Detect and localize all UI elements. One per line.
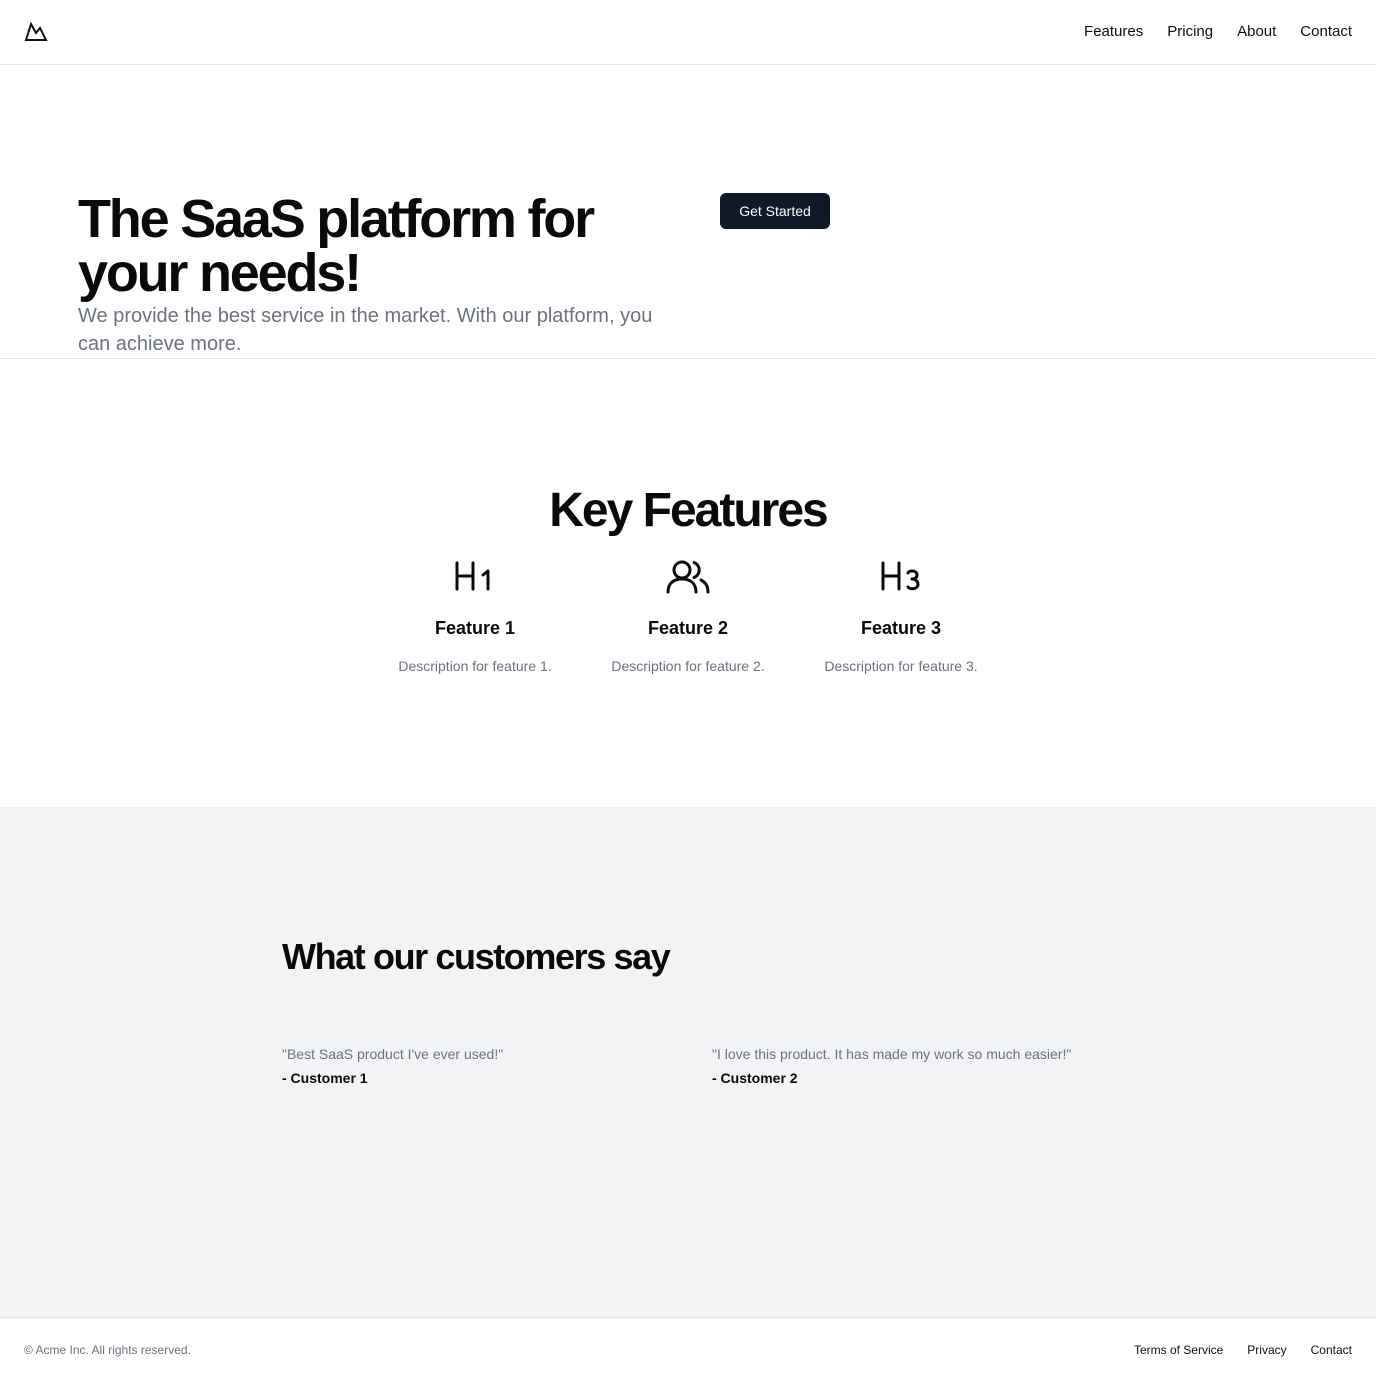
footer-nav: Terms of Service Privacy Contact bbox=[1134, 1343, 1352, 1357]
page: Features Pricing About Contact The SaaS … bbox=[0, 0, 1376, 1381]
feature-description: Description for feature 2. bbox=[611, 658, 765, 674]
nav-features[interactable]: Features bbox=[1084, 22, 1143, 42]
hero-section: The SaaS platform for your needs! We pro… bbox=[0, 65, 1376, 359]
nav-pricing[interactable]: Pricing bbox=[1167, 22, 1213, 42]
feature-description: Description for feature 1. bbox=[398, 658, 552, 674]
heading-3-icon bbox=[877, 557, 925, 597]
feature-title: Feature 3 bbox=[860, 618, 942, 638]
footer-link-terms[interactable]: Terms of Service bbox=[1134, 1343, 1223, 1357]
hero-title: The SaaS platform for your needs! bbox=[78, 189, 595, 303]
testimonial-2: "I love this product. It has made my wor… bbox=[712, 1044, 1112, 1088]
main-nav: Features Pricing About Contact bbox=[1084, 22, 1352, 42]
testimonial-author: - Customer 2 bbox=[712, 1070, 798, 1086]
testimonial-1: "Best SaaS product I've ever used!" - Cu… bbox=[282, 1044, 682, 1088]
testimonial-author: - Customer 1 bbox=[282, 1070, 368, 1086]
features-section: Key Features Feature 1 Description for f… bbox=[0, 359, 1376, 807]
logo-link[interactable] bbox=[24, 20, 48, 44]
nav-contact[interactable]: Contact bbox=[1300, 22, 1352, 42]
get-started-button[interactable]: Get Started bbox=[720, 193, 830, 229]
hero-subtitle: We provide the best service in the marke… bbox=[78, 305, 653, 355]
testimonial-quote: "I love this product. It has made my wor… bbox=[712, 1046, 1072, 1062]
feature-title: Feature 1 bbox=[434, 618, 516, 638]
nav-about[interactable]: About bbox=[1237, 22, 1276, 42]
feature-description: Description for feature 3. bbox=[824, 658, 978, 674]
feature-card-2: Feature 2 Description for feature 2. bbox=[588, 557, 788, 676]
site-header: Features Pricing About Contact bbox=[0, 0, 1376, 65]
heading-1-icon bbox=[451, 557, 499, 597]
feature-title: Feature 2 bbox=[647, 618, 729, 638]
features-title: Key Features bbox=[549, 484, 828, 537]
footer-link-contact[interactable]: Contact bbox=[1311, 1343, 1352, 1357]
footer-link-privacy[interactable]: Privacy bbox=[1247, 1343, 1286, 1357]
testimonials-title: What our customers say bbox=[282, 936, 671, 977]
copyright-text: © Acme Inc. All rights reserved. bbox=[24, 1342, 191, 1357]
testimonials-section: What our customers say "Best SaaS produc… bbox=[0, 807, 1376, 1317]
testimonial-quote: "Best SaaS product I've ever used!" bbox=[282, 1046, 504, 1062]
mountain-icon bbox=[24, 21, 48, 41]
site-footer: © Acme Inc. All rights reserved. Terms o… bbox=[0, 1317, 1376, 1381]
feature-card-3: Feature 3 Description for feature 3. bbox=[801, 557, 1001, 676]
feature-card-1: Feature 1 Description for feature 1. bbox=[375, 557, 575, 676]
users-icon bbox=[664, 557, 712, 597]
